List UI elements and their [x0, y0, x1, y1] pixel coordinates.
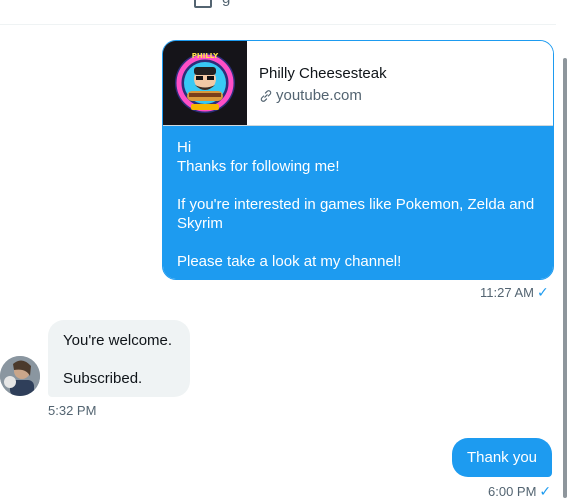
link-preview-domain[interactable]: youtube.com: [259, 87, 362, 104]
message-line: Hi: [177, 139, 192, 156]
link-preview-title[interactable]: Philly Cheesesteak: [259, 65, 387, 82]
message-timestamp: 5:32 PM: [48, 403, 97, 418]
message-timestamp: 6:00 PM ✓: [488, 483, 551, 500]
conversation-top-bar: g: [0, 0, 556, 25]
link-preview-message[interactable]: PHILLY Philly Cheesesteak youtube.com Hi…: [162, 40, 554, 280]
svg-text:PHILLY: PHILLY: [192, 52, 219, 60]
link-domain-text: youtube.com: [276, 87, 362, 104]
link-icon: [260, 89, 272, 102]
checkmark-icon: ✓: [536, 284, 549, 300]
message-line: Subscribed.: [63, 370, 143, 387]
channel-thumbnail[interactable]: PHILLY: [163, 41, 247, 125]
scrollbar[interactable]: [556, 0, 572, 503]
scrollbar-thumb[interactable]: [563, 58, 567, 498]
channel-logo-image: PHILLY: [163, 41, 247, 125]
outgoing-message[interactable]: Thank you: [452, 438, 552, 477]
message-icon: [194, 0, 212, 8]
incoming-message[interactable]: You're welcome. Subscribed.: [48, 320, 190, 397]
message-line: Thanks for following me!: [177, 158, 340, 175]
message-line: Please take a look at my channel!: [177, 253, 402, 270]
top-bar-label: g: [222, 0, 230, 7]
message-line: If you're interested in games like Pokem…: [177, 196, 535, 232]
avatar-image: [0, 356, 40, 396]
checkmark-icon: ✓: [539, 483, 552, 499]
message-timestamp: 11:27 AM ✓: [480, 284, 549, 301]
timestamp-text: 11:27 AM: [480, 285, 534, 300]
outgoing-message-text: Hi Thanks for following me! If you're in…: [163, 126, 553, 279]
message-line: You're welcome.: [63, 332, 173, 349]
avatar[interactable]: [0, 356, 40, 396]
link-preview-header[interactable]: PHILLY Philly Cheesesteak youtube.com: [163, 41, 553, 126]
timestamp-text: 6:00 PM: [488, 484, 537, 499]
